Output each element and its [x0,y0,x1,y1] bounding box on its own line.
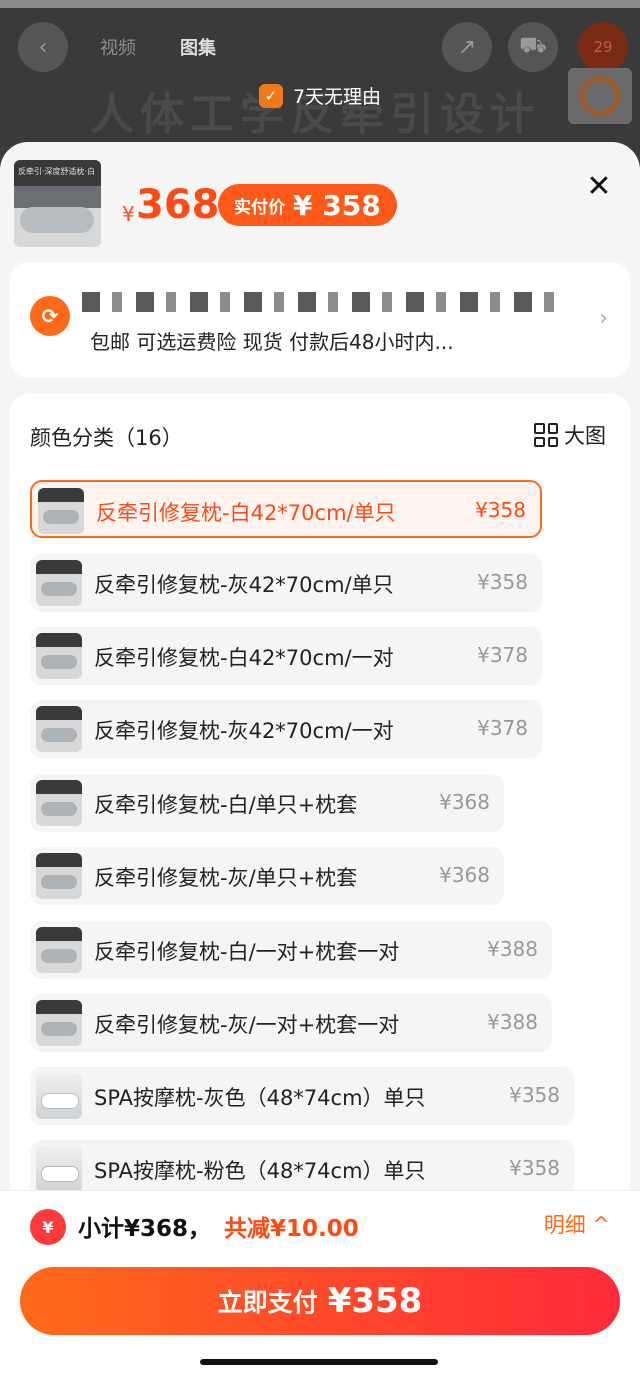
back-button[interactable]: ‹ [18,22,68,72]
option-price: ¥378 [477,643,528,667]
option-thumbnail [36,560,82,606]
big-view-label: 大图 [564,424,606,448]
option-thumbnail [36,1146,82,1192]
subtotal-text: 小计¥368， [78,1216,212,1242]
option-item[interactable]: 反牵引修复枕-灰/一对+枕套一对 ¥388 [30,994,552,1052]
option-item[interactable]: 反牵引修复枕-白42*70cm/一对 ¥378 [30,627,542,685]
guarantee-text: 7天无理由 [292,86,382,108]
option-item[interactable]: 反牵引修复枕-灰42*70cm/一对 ¥378 [30,700,542,758]
sheet-header: 反牵引·深度舒适枕·白 ¥ 368 实付价 ¥ 358 ✕ [0,142,640,254]
pay-now-button[interactable]: 立即支付 ¥358 [20,1267,620,1335]
option-label: 反牵引修复枕-白/一对+枕套一对 [94,940,400,964]
option-price: ¥358 [509,1083,560,1107]
tab-video[interactable]: 视频 [100,34,136,60]
option-item[interactable]: 反牵引修复枕-白/一对+枕套一对 ¥388 [30,921,552,979]
cart-badge: 29 [578,22,628,72]
grid-icon [534,423,558,447]
option-thumbnail [36,1073,82,1119]
discount-text: 共减¥10.00 [224,1216,359,1242]
close-icon: ✕ [586,169,612,204]
shipping-card[interactable]: ⟳ 包邮 可选运费险 现货 付款后48小时内... › [10,262,630,378]
option-item[interactable]: 反牵引修复枕-白42*70cm/单只 ¥358 [30,480,542,538]
actual-price-badge: 实付价 ¥ 358 [218,184,397,226]
option-item[interactable]: 反牵引修复枕-灰/单只+枕套 ¥368 [30,847,504,905]
shipping-info: 包邮 可选运费险 现货 付款后48小时内... [90,330,454,354]
shield-check-icon: ✓ [258,83,283,108]
pay-button-amount: ¥358 [327,1281,423,1321]
option-label: SPA按摩枕-粉色（48*74cm）单只 [94,1159,426,1183]
thumbnail-tag: 反牵引·深度舒适枕·白 [18,167,96,176]
option-price: ¥358 [509,1156,560,1180]
share-icon: ↗ [457,34,477,60]
option-price: ¥388 [487,1010,538,1034]
option-label: 反牵引修复枕-灰/一对+枕套一对 [94,1013,400,1037]
option-price: ¥378 [477,716,528,740]
home-indicator [200,1359,438,1365]
option-label: 反牵引修复枕-灰/单只+枕套 [94,866,358,890]
option-label: 反牵引修复枕-白/单只+枕套 [94,793,358,817]
cart-icon: ⛟ [519,33,547,58]
tab-gallery[interactable]: 图集 [180,34,216,60]
chevron-right-icon: › [599,306,608,331]
option-price: ¥368 [439,790,490,814]
option-price: ¥368 [439,863,490,887]
option-thumbnail [36,853,82,899]
option-label: 反牵引修复枕-灰42*70cm/一对 [94,719,394,743]
chevron-left-icon: ‹ [38,34,48,60]
truck-icon: ⟳ [30,296,70,336]
checkout-footer: ¥ 小计¥368， 共减¥10.00 明细 ^ 立即支付 ¥358 [0,1190,640,1375]
coupon-icon: ¥ [30,1209,66,1245]
guarantee-banner: ✓ 7天无理由 [0,82,640,109]
option-thumbnail [36,1000,82,1046]
cart-button[interactable]: ⛟ [508,22,558,72]
option-label: SPA按摩枕-灰色（48*74cm）单只 [94,1086,426,1110]
actual-price-label: 实付价 [234,197,285,218]
close-button[interactable]: ✕ [584,172,614,202]
option-thumbnail [36,780,82,826]
pay-button-label: 立即支付 [217,1288,318,1317]
product-thumbnail[interactable]: 反牵引·深度舒适枕·白 [14,160,101,247]
big-view-button[interactable]: 大图 [534,420,606,450]
option-price: ¥388 [487,937,538,961]
share-button[interactable]: ↗ [442,22,492,72]
option-thumbnail [36,706,82,752]
option-thumbnail [36,927,82,973]
option-price: ¥358 [475,498,526,522]
option-label: 反牵引修复枕-白42*70cm/一对 [94,646,394,670]
option-label: 反牵引修复枕-白42*70cm/单只 [96,501,396,525]
status-bar [0,0,640,8]
price-currency: ¥ [122,202,135,226]
option-label: 反牵引修复枕-灰42*70cm/单只 [94,573,394,597]
option-thumbnail [36,633,82,679]
detail-toggle[interactable]: 明细 ^ [544,1209,610,1239]
product-price: 368 [136,182,220,228]
options-title: 颜色分类（16） [30,426,183,450]
option-item[interactable]: 反牵引修复枕-白/单只+枕套 ¥368 [30,774,504,832]
option-item[interactable]: 反牵引修复枕-灰42*70cm/单只 ¥358 [30,554,542,612]
option-price: ¥358 [477,570,528,594]
option-thumbnail [38,488,84,534]
option-item[interactable]: SPA按摩枕-灰色（48*74cm）单只 ¥358 [30,1067,574,1125]
redacted-address [82,292,562,312]
actual-price-amount: ¥ 358 [293,188,381,222]
